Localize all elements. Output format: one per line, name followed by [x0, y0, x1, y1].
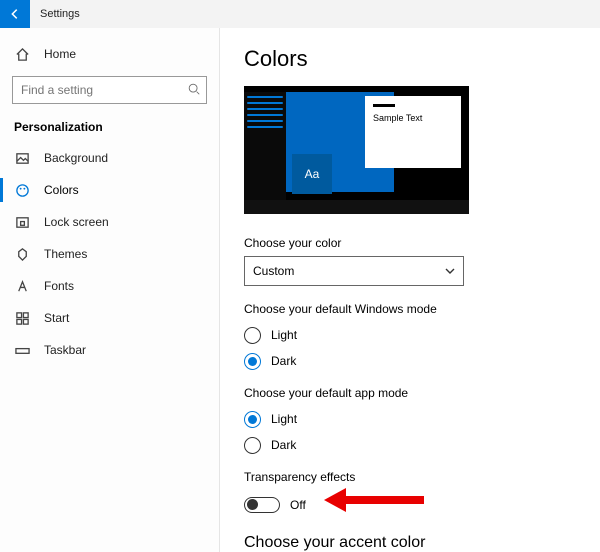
color-preview: Aa Sample Text [244, 86, 469, 214]
transparency-toggle[interactable]: Off [244, 490, 576, 520]
toggle-state-text: Off [290, 498, 306, 512]
windows-mode-label: Choose your default Windows mode [244, 302, 576, 316]
preview-sample-text: Sample Text [373, 113, 453, 123]
preview-tile: Aa [292, 154, 332, 194]
sidebar-item-background[interactable]: Background [0, 142, 219, 174]
taskbar-icon [14, 342, 30, 358]
chevron-down-icon [445, 266, 455, 276]
sidebar-item-label: Lock screen [44, 215, 109, 229]
sidebar-section-header: Personalization [0, 114, 219, 142]
body: Home Personalization Background Colors L… [0, 28, 600, 552]
sidebar: Home Personalization Background Colors L… [0, 28, 220, 552]
app-mode-light[interactable]: Light [244, 406, 576, 432]
sidebar-item-label: Fonts [44, 279, 74, 293]
search-wrap [12, 76, 207, 104]
lockscreen-icon [14, 214, 30, 230]
app-mode-group: Choose your default app mode Light Dark [244, 386, 576, 458]
sidebar-item-lockscreen[interactable]: Lock screen [0, 206, 219, 238]
windows-mode-light[interactable]: Light [244, 322, 576, 348]
sidebar-item-label: Themes [44, 247, 87, 261]
accent-color-heading: Choose your accent color [244, 534, 576, 552]
color-mode-select[interactable]: Custom [244, 256, 464, 286]
sidebar-item-start[interactable]: Start [0, 302, 219, 334]
color-mode-value: Custom [253, 264, 294, 278]
start-icon [14, 310, 30, 326]
sidebar-item-label: Colors [44, 183, 79, 197]
search-input[interactable] [12, 76, 207, 104]
transparency-group: Transparency effects Off [244, 470, 576, 520]
radio-label: Light [271, 412, 297, 426]
radio-icon [244, 411, 261, 428]
home-icon [14, 46, 30, 62]
transparency-label: Transparency effects [244, 470, 576, 484]
sidebar-item-themes[interactable]: Themes [0, 238, 219, 270]
app-mode-label: Choose your default app mode [244, 386, 576, 400]
color-mode-label: Choose your color [244, 236, 576, 250]
settings-window: Settings Home Personalization Background [0, 0, 600, 552]
windows-mode-group: Choose your default Windows mode Light D… [244, 302, 576, 374]
windows-mode-dark[interactable]: Dark [244, 348, 576, 374]
search-icon [187, 82, 201, 96]
preview-start-panel [244, 92, 286, 200]
sidebar-item-colors[interactable]: Colors [0, 174, 219, 206]
annotation-arrow [344, 496, 424, 504]
radio-label: Dark [271, 354, 296, 368]
radio-label: Dark [271, 438, 296, 452]
sidebar-home-label: Home [44, 47, 76, 61]
titlebar: Settings [0, 0, 600, 28]
arrow-left-icon [8, 7, 22, 21]
sidebar-item-label: Taskbar [44, 343, 86, 357]
preview-taskbar [244, 200, 469, 214]
sidebar-item-home[interactable]: Home [0, 38, 219, 70]
back-button[interactable] [0, 0, 30, 28]
fonts-icon [14, 278, 30, 294]
window-title: Settings [40, 8, 80, 20]
preview-window: Sample Text [365, 96, 461, 168]
main-content: Colors Aa Sample Text Choose your color … [220, 28, 600, 552]
app-mode-dark[interactable]: Dark [244, 432, 576, 458]
page-title: Colors [244, 46, 576, 72]
radio-icon [244, 353, 261, 370]
radio-icon [244, 437, 261, 454]
toggle-switch-icon [244, 497, 280, 513]
sidebar-item-label: Background [44, 151, 108, 165]
radio-icon [244, 327, 261, 344]
picture-icon [14, 150, 30, 166]
sidebar-item-fonts[interactable]: Fonts [0, 270, 219, 302]
palette-icon [14, 182, 30, 198]
sidebar-item-label: Start [44, 311, 69, 325]
radio-label: Light [271, 328, 297, 342]
sidebar-item-taskbar[interactable]: Taskbar [0, 334, 219, 366]
themes-icon [14, 246, 30, 262]
preview-tile-text: Aa [305, 167, 320, 181]
